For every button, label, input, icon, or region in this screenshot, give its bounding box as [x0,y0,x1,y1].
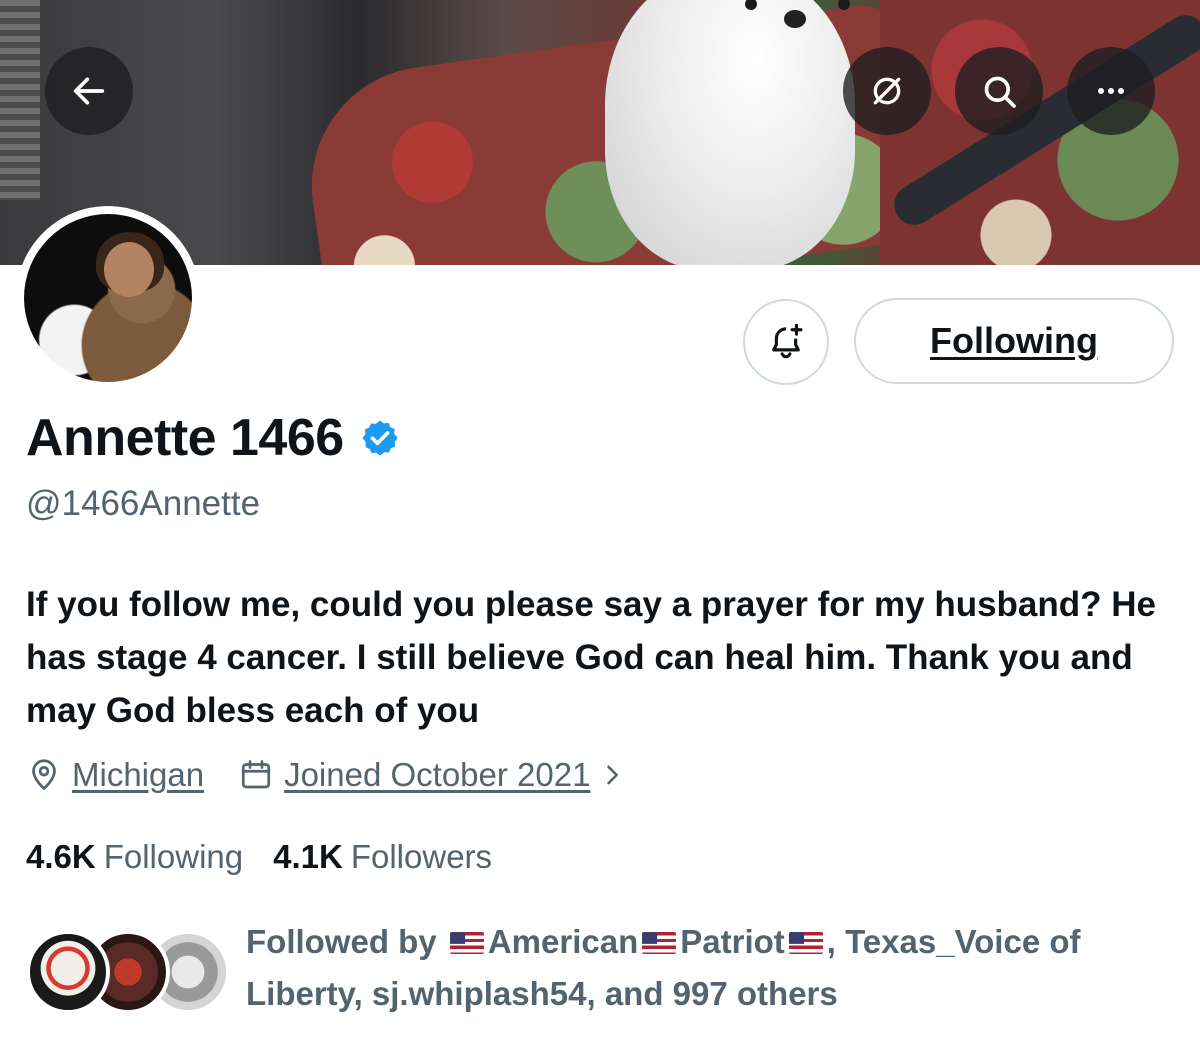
followers-count: 4.1K [273,838,343,875]
name-row: Annette 1466 [26,408,400,468]
followed-by-prefix: Followed by [246,923,437,960]
chevron-right-icon [607,765,619,785]
us-flag-icon [449,932,484,954]
followers-stat[interactable]: 4.1K Followers [273,838,492,876]
following-label: Following [103,838,244,875]
calendar-icon [241,760,271,789]
bell-plus-icon [772,323,803,359]
profile-avatar[interactable] [16,206,200,390]
search-button[interactable] [955,47,1043,135]
location-pin-icon [32,759,56,791]
arrow-left-icon [73,77,105,105]
back-button[interactable] [45,47,133,135]
follower-name-1b: Patriot [680,923,785,960]
banner-blinds [0,0,40,200]
follower-avatar [26,930,110,1014]
verified-badge-icon[interactable] [360,418,400,458]
joined-item[interactable]: Joined October 2021 [238,756,626,794]
grok-button[interactable] [843,47,931,135]
avatar-photo [24,214,192,382]
followed-by-rest-2: Liberty, sj.whiplash54, and 997 others [246,975,838,1012]
more-button[interactable] [1067,47,1155,135]
banner-dog [605,0,855,265]
banner-dog-nose [784,10,806,28]
followers-label: Followers [350,838,493,875]
us-flag-icon [642,932,677,954]
profile-bio: If you follow me, could you please say a… [26,585,1156,730]
grok-icon [873,77,901,105]
us-flag-icon [788,932,823,954]
profile-meta: Michigan Joined October 2021 [26,756,626,794]
location-text: Michigan [72,756,205,793]
followed-by-text[interactable]: Followed by American Patriot , Texas_Voice… [246,916,1166,1020]
location-item[interactable]: Michigan [26,756,204,794]
profile-handle: @1466Annette [26,484,261,523]
notifications-button[interactable] [743,299,829,385]
following-count: 4.6K [26,838,96,875]
display-name: Annette 1466 [26,409,344,467]
followed-by-rest-1: , Texas_Voice of [826,923,1081,960]
profile-stats: 4.6K Following 4.1K Followers [26,838,492,876]
joined-text: Joined October 2021 [284,756,591,793]
avatar-face [104,242,154,297]
following-stat[interactable]: 4.6K Following [26,838,243,876]
profile-banner[interactable] [0,0,1200,265]
search-icon [984,76,1016,108]
followed-by-avatars[interactable] [26,930,230,1014]
more-icon [1098,88,1124,94]
following-button[interactable]: Following [854,298,1174,384]
follower-name-1a: American [487,923,639,960]
